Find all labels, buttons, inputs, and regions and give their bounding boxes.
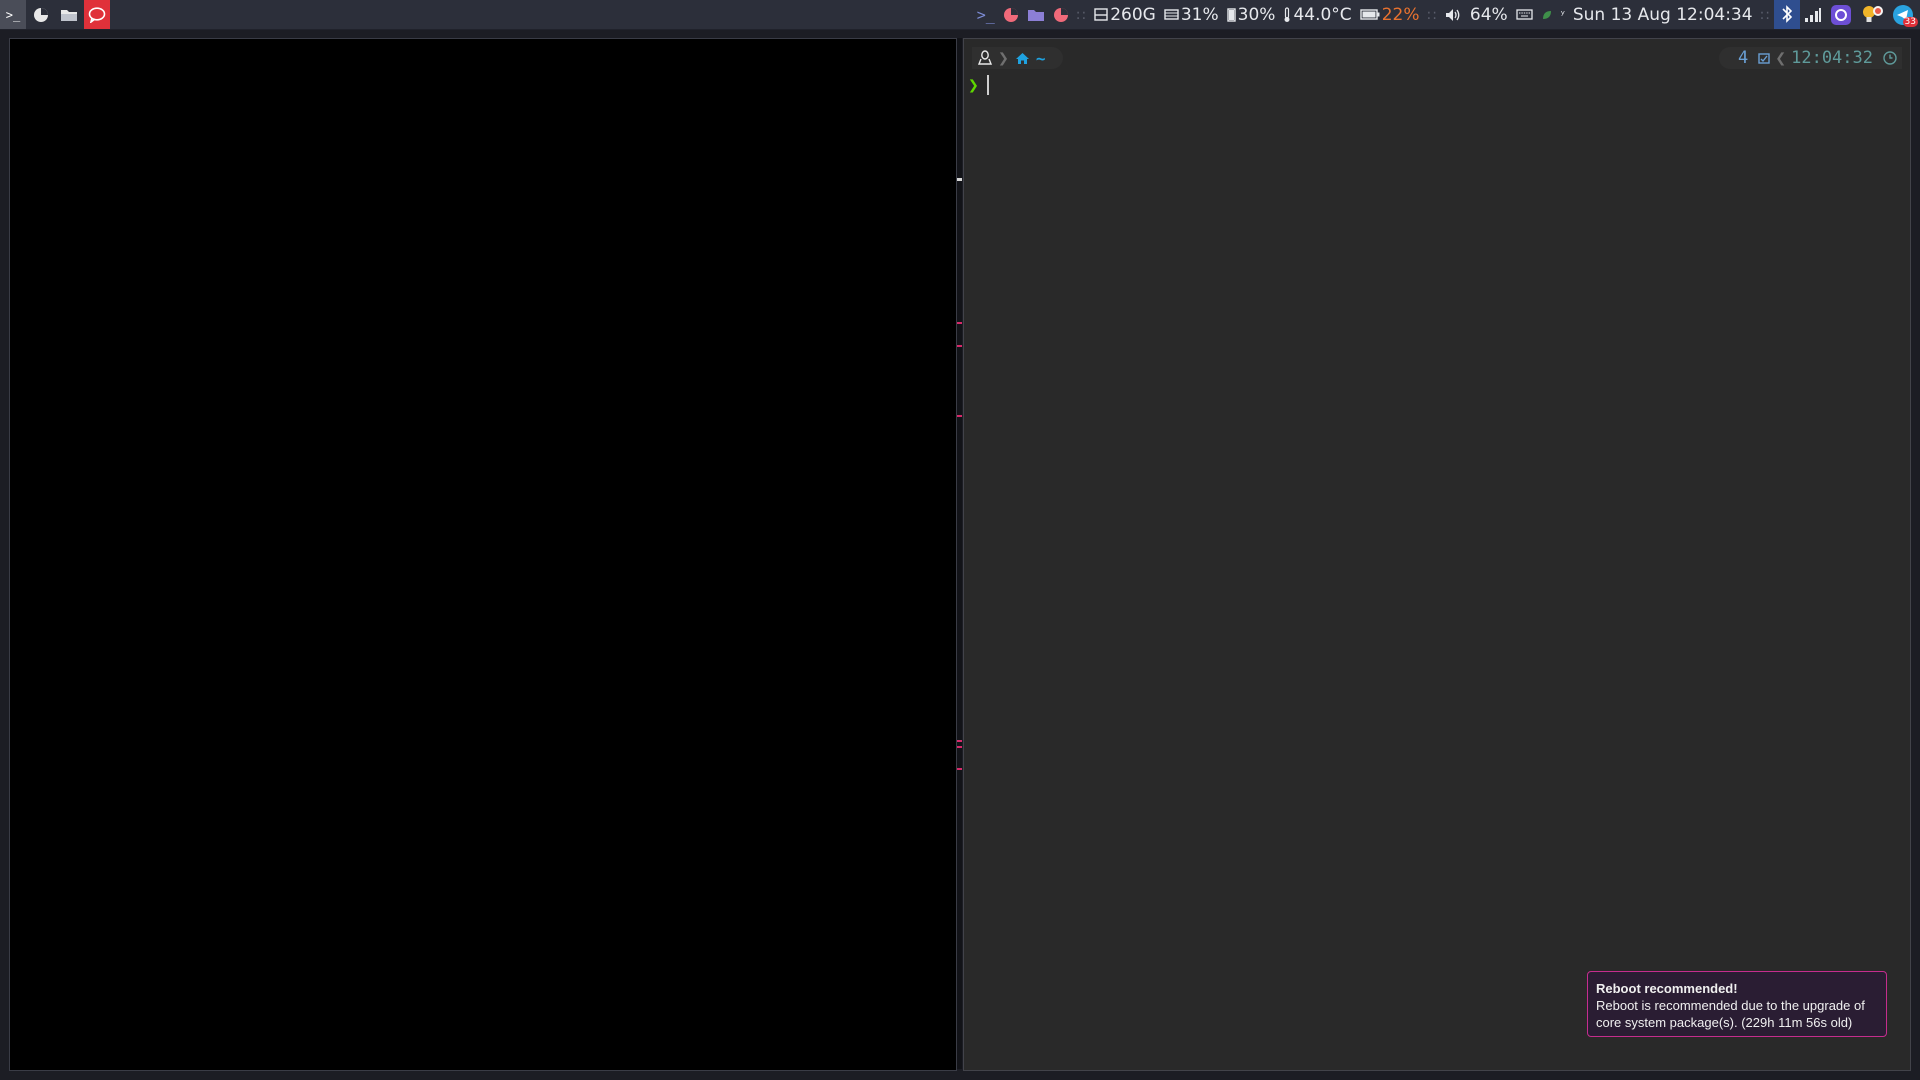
telegram-tray-item[interactable]: 33 xyxy=(1892,0,1918,29)
blank-window[interactable] xyxy=(9,38,957,1071)
terminal-window[interactable]: ❯ ~ 4 ❮ 12:04:32 ❯ xyxy=(963,38,1911,1071)
browser-icon xyxy=(34,7,48,22)
window-gap xyxy=(957,38,962,1069)
thermometer-icon xyxy=(1284,6,1290,22)
browser-launcher[interactable] xyxy=(28,0,54,29)
notification-popup[interactable]: Reboot recommended! Reboot is recommende… xyxy=(1587,971,1887,1037)
tray-separator: :: xyxy=(1426,6,1438,23)
terminal-prompt-icon: >_ xyxy=(976,5,995,24)
cpu-value: 30% xyxy=(1237,4,1276,25)
volume-indicator[interactable]: 64% xyxy=(1445,0,1508,29)
cpu-icon xyxy=(1226,7,1236,22)
directory-segment: ~ xyxy=(1009,47,1052,69)
leaf-indicator[interactable] xyxy=(1541,0,1553,29)
battery-value: 22% xyxy=(1381,4,1420,25)
notification-count-badge: 33 xyxy=(1902,17,1918,27)
battery-indicator[interactable]: 22% xyxy=(1359,0,1420,29)
lightbulb-icon xyxy=(1863,5,1883,22)
folder-icon xyxy=(1027,9,1044,21)
clock-icon xyxy=(1883,51,1897,65)
glitch-mark xyxy=(957,345,962,347)
jobs-count: 4 xyxy=(1738,48,1749,68)
browser-icon xyxy=(1053,7,1068,22)
notification-title: Reboot recommended! xyxy=(1596,981,1738,996)
keyboard-icon xyxy=(1516,9,1533,20)
lambda-icon: ʸ xyxy=(1560,8,1565,21)
temperature-value: 44.0°C xyxy=(1293,4,1352,25)
input-method-indicator[interactable]: ʸ xyxy=(1561,0,1565,29)
glitch-mark xyxy=(957,768,962,770)
terminal-launcher[interactable]: >_ xyxy=(0,0,26,29)
chat-bubble-icon xyxy=(88,6,106,23)
text-cursor xyxy=(986,75,989,95)
terminal-tray-item[interactable]: >_ xyxy=(977,0,995,29)
prompt-time: 12:04:32 xyxy=(1791,48,1873,68)
cpu-indicator[interactable]: 30% xyxy=(1226,0,1276,29)
terminal-icon: >_ xyxy=(5,7,21,22)
disk-icon xyxy=(1094,8,1108,21)
glitch-mark xyxy=(957,322,962,324)
browser-tray-item-2[interactable] xyxy=(1053,0,1069,29)
datetime-value: Sun 13 Aug 12:04:34 xyxy=(1572,4,1753,25)
tray-separator: :: xyxy=(1075,6,1088,23)
disk-value: 260G xyxy=(1110,4,1156,25)
app-logo-icon xyxy=(1831,4,1851,25)
browser-tray-item[interactable] xyxy=(1003,0,1019,29)
temperature-indicator[interactable]: 44.0°C xyxy=(1283,0,1352,29)
top-panel: >_ >_ :: 260G 31% 30% 44.0°C 22%:: 64% … xyxy=(0,0,1920,30)
leaf-icon xyxy=(1542,10,1551,19)
os-segment xyxy=(972,47,998,69)
bluetooth-indicator[interactable] xyxy=(1774,0,1800,29)
browser-icon xyxy=(1003,7,1018,22)
folder-icon xyxy=(61,9,77,21)
glitch-mark xyxy=(957,740,962,742)
prompt-left-segment: ❯ ~ xyxy=(972,47,1064,69)
jobs-icon xyxy=(1758,53,1770,64)
network-indicator[interactable] xyxy=(1804,0,1822,29)
signal-icon xyxy=(1805,7,1821,22)
memory-value: 31% xyxy=(1180,4,1219,25)
home-icon xyxy=(1015,52,1029,64)
updates-tray-item[interactable] xyxy=(1860,0,1884,29)
file-manager-launcher[interactable] xyxy=(56,0,82,29)
system-tray: >_ :: 260G 31% 30% 44.0°C 22%:: 64% ʸ S… xyxy=(973,0,1920,29)
app-tray-item[interactable] xyxy=(1830,0,1852,29)
jobs-segment: 4 xyxy=(1733,48,1775,68)
memory-icon xyxy=(1164,9,1179,20)
launcher-group: >_ xyxy=(0,0,112,29)
volume-value: 64% xyxy=(1469,4,1508,25)
tray-separator: :: xyxy=(1759,6,1771,23)
command-line[interactable]: ❯ xyxy=(968,74,989,96)
glitch-mark xyxy=(957,178,962,181)
glitch-mark xyxy=(957,415,962,417)
bluetooth-icon xyxy=(1774,0,1800,29)
current-directory: ~ xyxy=(1035,48,1046,68)
memory-indicator[interactable]: 31% xyxy=(1164,0,1219,29)
clock[interactable]: Sun 13 Aug 12:04:34 xyxy=(1573,0,1753,29)
segment-separator-icon: ❯ xyxy=(998,47,1009,69)
time-segment: 12:04:32 xyxy=(1786,48,1902,68)
disk-indicator[interactable]: 260G xyxy=(1094,0,1156,29)
prompt-right-segment: 4 ❮ 12:04:32 xyxy=(1719,47,1902,69)
battery-icon xyxy=(1359,9,1380,20)
chat-launcher[interactable] xyxy=(84,0,110,29)
speaker-icon xyxy=(1445,8,1460,21)
files-tray-item[interactable] xyxy=(1027,0,1045,29)
segment-separator-icon: ❮ xyxy=(1775,47,1787,69)
prompt-symbol: ❯ xyxy=(968,74,979,96)
glitch-mark xyxy=(957,746,962,748)
keyboard-indicator[interactable] xyxy=(1516,0,1533,29)
notification-body: Reboot is recommended due to the upgrade… xyxy=(1596,998,1865,1030)
linux-tux-icon xyxy=(978,50,992,65)
